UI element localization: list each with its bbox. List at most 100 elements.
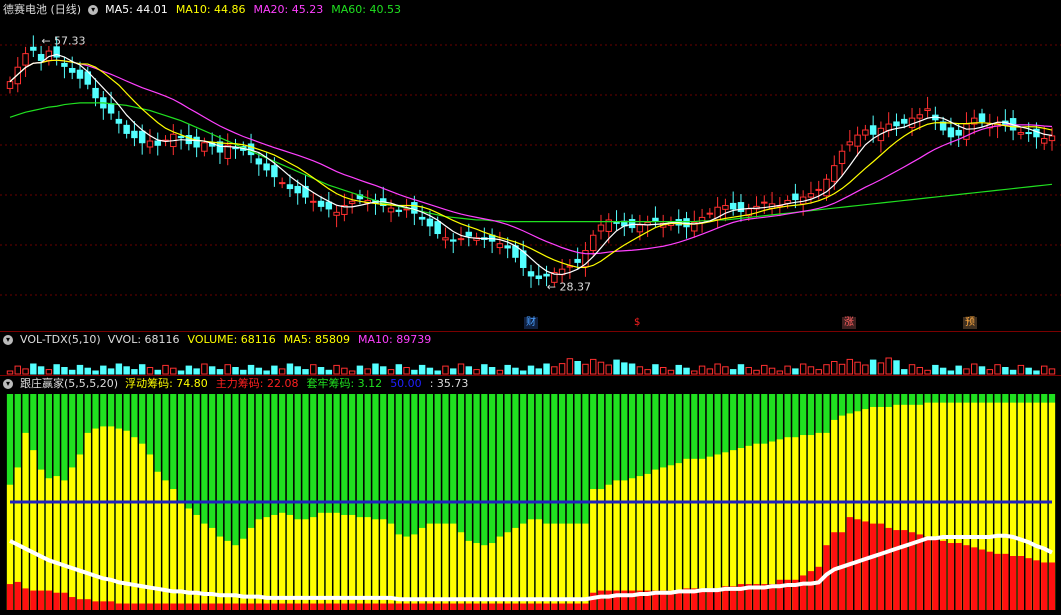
volume-bar xyxy=(667,369,675,375)
chip-bar-floating xyxy=(185,508,192,610)
volume-bar xyxy=(146,367,154,375)
chip-bar-main xyxy=(605,590,612,610)
candle-body xyxy=(1025,132,1032,135)
chip-bar-main xyxy=(947,543,955,610)
chip-bar-floating xyxy=(317,512,325,610)
volume-bar xyxy=(333,364,340,375)
event-marker-rise[interactable]: 涨 xyxy=(842,317,856,329)
chip-bar-floating xyxy=(92,428,99,610)
volume-bar xyxy=(208,366,216,375)
chip-bar-main xyxy=(543,603,550,610)
volume-bar xyxy=(1041,365,1048,375)
volume-bar xyxy=(1009,369,1017,375)
volume-bar xyxy=(846,358,854,375)
volume-chart[interactable] xyxy=(0,332,1061,375)
chip-bar-main xyxy=(279,603,286,610)
chip-bar-main xyxy=(597,590,605,610)
chip-bar-main xyxy=(154,603,161,610)
chip-bar-main xyxy=(69,597,76,610)
volume-bar xyxy=(869,359,877,375)
chip-bar-main xyxy=(457,603,465,610)
chip-bar-floating xyxy=(286,514,294,610)
chip-bar-floating xyxy=(636,476,643,610)
volume-bar xyxy=(636,366,644,375)
price-chart[interactable]: ← 57.33 ← 28.37 xyxy=(0,0,1061,331)
volume-bar xyxy=(838,363,846,375)
chip-bar-floating xyxy=(434,523,441,610)
chip-bar-floating xyxy=(271,514,278,610)
chip-bar-floating xyxy=(224,540,231,610)
ma60-line xyxy=(9,102,1053,223)
chip-bar-main xyxy=(862,521,869,610)
candle-body xyxy=(37,53,45,61)
volume-bar xyxy=(123,366,130,375)
chip-bar-main xyxy=(387,603,395,610)
chip-bar-main xyxy=(1010,556,1017,610)
chip-bar-floating xyxy=(652,469,659,610)
chip-bar-main xyxy=(558,603,566,610)
chip-bar-main xyxy=(333,603,340,610)
chip-bar-main xyxy=(870,523,877,610)
event-marker-dollar[interactable]: $ xyxy=(632,317,642,329)
candle-body xyxy=(831,165,838,182)
candle-body xyxy=(271,165,278,178)
volume-bar xyxy=(1048,368,1056,375)
volume-bar xyxy=(729,369,737,375)
candle-body xyxy=(30,46,37,51)
candle-body xyxy=(807,193,815,198)
volume-bar xyxy=(644,369,651,375)
chip-bar-floating xyxy=(201,523,208,610)
volume-bar xyxy=(286,363,294,375)
volume-bar xyxy=(411,369,418,375)
volume-bar xyxy=(465,366,473,375)
volume-bar xyxy=(263,370,270,375)
candle-body xyxy=(294,185,301,194)
chip-bar-main xyxy=(107,601,115,610)
candle-body xyxy=(317,200,325,207)
chip-bar-floating xyxy=(566,523,573,610)
volume-bar xyxy=(177,370,185,375)
volume-bar xyxy=(527,365,535,375)
chip-chart[interactable] xyxy=(0,376,1061,615)
candle-body xyxy=(465,231,473,237)
volume-bar xyxy=(582,363,589,375)
volume-bar xyxy=(418,364,426,375)
chip-bar-floating xyxy=(543,523,550,610)
volume-bar xyxy=(815,369,822,375)
chip-bar-main xyxy=(216,603,224,610)
chip-bar-main xyxy=(302,603,309,610)
volume-bar xyxy=(247,364,255,375)
ma10-line xyxy=(9,59,1053,269)
volume-bar xyxy=(224,364,231,375)
chip-bar-main xyxy=(310,603,317,610)
chip-bar-main xyxy=(582,603,589,610)
chip-bar-floating xyxy=(37,469,45,610)
chip-bar-floating xyxy=(675,463,682,610)
candle-body xyxy=(854,134,861,147)
candle-body xyxy=(947,127,955,138)
chip-bar-main xyxy=(419,603,426,610)
volume-bar xyxy=(496,369,504,375)
candle-body xyxy=(706,212,714,215)
chip-bar-main xyxy=(885,527,892,610)
chip-bar-floating xyxy=(333,512,340,610)
volume-bar xyxy=(14,365,21,375)
chip-bar-floating xyxy=(279,512,286,610)
volume-bar xyxy=(131,369,138,375)
event-marker-forecast[interactable]: 预 xyxy=(963,317,977,329)
event-marker-finance[interactable]: 财 xyxy=(524,317,538,329)
candle-body xyxy=(395,209,403,212)
candle-body xyxy=(504,245,511,249)
volume-bar xyxy=(807,366,815,375)
volume-bar xyxy=(893,360,900,375)
candle-body xyxy=(348,200,356,204)
candle-body xyxy=(278,182,286,185)
chip-bar-floating xyxy=(644,473,651,610)
candle-body xyxy=(333,211,340,216)
chip-bar-floating xyxy=(240,538,247,610)
candle-body xyxy=(76,69,84,79)
volume-bar xyxy=(240,369,247,375)
candle-body xyxy=(115,118,123,124)
volume-bar xyxy=(862,364,869,375)
volume-bar xyxy=(271,365,278,375)
